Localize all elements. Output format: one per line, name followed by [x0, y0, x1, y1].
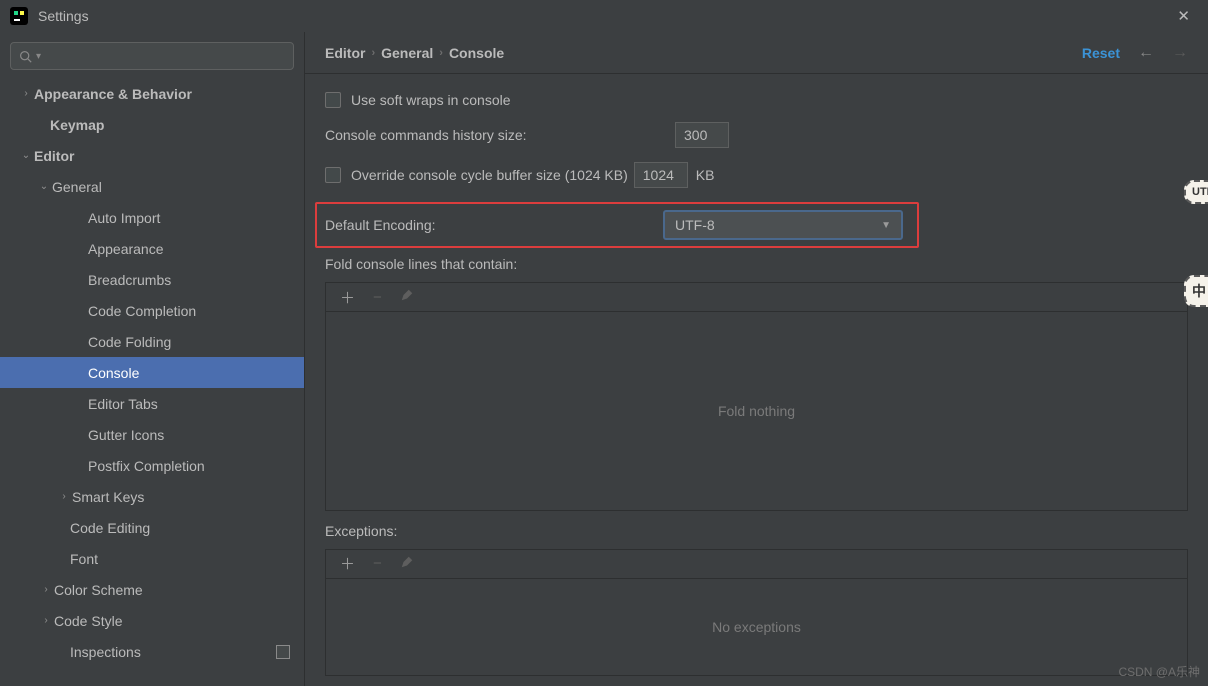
tree-item-label: Color Scheme	[54, 582, 143, 598]
breadcrumb-general[interactable]: General	[381, 45, 433, 61]
history-size-label: Console commands history size:	[325, 127, 675, 143]
fold-placeholder: Fold nothing	[718, 403, 795, 419]
chevron-right-icon[interactable]: ›	[18, 88, 34, 99]
tree-item-label: Keymap	[50, 117, 104, 133]
tree-item-label: Smart Keys	[72, 489, 144, 505]
tree-item-label: Appearance & Behavior	[34, 86, 192, 102]
exceptions-label: Exceptions:	[325, 523, 1188, 539]
chevron-down-icon: ▼	[881, 220, 891, 231]
tree-item-general[interactable]: ⌄General	[0, 171, 304, 202]
reset-button[interactable]: Reset	[1082, 45, 1120, 61]
tree-item-label: Breadcrumbs	[88, 272, 171, 288]
tree-item-label: Inspections	[70, 644, 141, 660]
sidebar: ▾ ›Appearance & BehaviorKeymap⌄Editor⌄Ge…	[0, 32, 305, 686]
close-icon[interactable]: ✕	[1169, 3, 1198, 29]
window-title: Settings	[38, 8, 89, 24]
tree-item-code-folding[interactable]: Code Folding	[0, 326, 304, 357]
chevron-right-icon[interactable]: ›	[38, 584, 54, 595]
tree-item-gutter-icons[interactable]: Gutter Icons	[0, 419, 304, 450]
edit-button	[400, 555, 414, 573]
tree-item-label: Code Style	[54, 613, 122, 629]
fold-section-label: Fold console lines that contain:	[325, 256, 1188, 272]
watermark: CSDN @A乐神	[1118, 663, 1200, 680]
override-buffer-label: Override console cycle buffer size (1024…	[351, 167, 628, 183]
tree-item-console[interactable]: Console	[0, 357, 304, 388]
tree-item-editor-tabs[interactable]: Editor Tabs	[0, 388, 304, 419]
tree-item-label: Postfix Completion	[88, 458, 205, 474]
project-overlay-icon	[276, 645, 290, 659]
tree-item-label: Gutter Icons	[88, 427, 164, 443]
remove-button: −	[373, 289, 382, 306]
content-pane: Editor › General › Console Reset ← → Use…	[305, 32, 1208, 686]
app-icon	[10, 7, 28, 25]
tree-item-label: Editor Tabs	[88, 396, 158, 412]
breadcrumb-editor[interactable]: Editor	[325, 45, 365, 61]
floater-badge-top: UTH	[1184, 180, 1208, 204]
dropdown-icon: ▾	[36, 51, 41, 62]
tree-item-breadcrumbs[interactable]: Breadcrumbs	[0, 264, 304, 295]
titlebar: Settings ✕	[0, 0, 1208, 32]
tree-item-label: Auto Import	[88, 210, 160, 226]
exceptions-list[interactable]: No exceptions	[325, 578, 1188, 676]
search-input[interactable]: ▾	[10, 42, 294, 70]
fold-list[interactable]: Fold nothing	[325, 311, 1188, 511]
tree-item-editor[interactable]: ⌄Editor	[0, 140, 304, 171]
edit-button	[400, 288, 414, 306]
soft-wraps-checkbox[interactable]	[325, 92, 341, 108]
encoding-highlight: Default Encoding: UTF-8 ▼	[315, 202, 919, 248]
tree-item-code-completion[interactable]: Code Completion	[0, 295, 304, 326]
tree-item-label: Code Completion	[88, 303, 196, 319]
tree-item-font[interactable]: Font	[0, 543, 304, 574]
buffer-size-field[interactable]	[634, 162, 688, 188]
tree-item-keymap[interactable]: Keymap	[0, 109, 304, 140]
tree-item-inspections[interactable]: Inspections	[0, 636, 304, 667]
forward-button: →	[1172, 44, 1188, 62]
encoding-label: Default Encoding:	[325, 217, 663, 233]
add-button[interactable]: ＋	[340, 287, 355, 308]
tree-item-label: Code Editing	[70, 520, 150, 536]
tree-item-label: Font	[70, 551, 98, 567]
settings-tree: ›Appearance & BehaviorKeymap⌄Editor⌄Gene…	[0, 78, 304, 686]
chevron-right-icon: ›	[439, 47, 443, 59]
tree-item-label: General	[52, 179, 102, 195]
chevron-right-icon[interactable]: ›	[38, 615, 54, 626]
tree-item-color-scheme[interactable]: ›Color Scheme	[0, 574, 304, 605]
exceptions-toolbar: ＋ −	[325, 549, 1188, 578]
tree-item-label: Appearance	[88, 241, 164, 257]
buffer-unit: KB	[696, 167, 715, 183]
soft-wraps-label: Use soft wraps in console	[351, 92, 511, 108]
tree-item-label: Console	[88, 365, 139, 381]
tree-item-auto-import[interactable]: Auto Import	[0, 202, 304, 233]
add-button[interactable]: ＋	[340, 553, 355, 574]
tree-item-smart-keys[interactable]: ›Smart Keys	[0, 481, 304, 512]
fold-toolbar: ＋ −	[325, 282, 1188, 311]
chevron-down-icon[interactable]: ⌄	[18, 150, 34, 161]
tree-item-appearance[interactable]: Appearance	[0, 233, 304, 264]
breadcrumb-console: Console	[449, 45, 504, 61]
floater-badge-bottom: 中	[1184, 275, 1208, 307]
chevron-down-icon[interactable]: ⌄	[36, 181, 52, 192]
tree-item-code-style[interactable]: ›Code Style	[0, 605, 304, 636]
exceptions-placeholder: No exceptions	[712, 619, 801, 635]
chevron-right-icon: ›	[371, 47, 375, 59]
encoding-combo[interactable]: UTF-8 ▼	[663, 210, 903, 240]
breadcrumb: Editor › General › Console	[325, 45, 504, 61]
tree-item-code-editing[interactable]: Code Editing	[0, 512, 304, 543]
search-icon	[19, 50, 32, 63]
tree-item-postfix-completion[interactable]: Postfix Completion	[0, 450, 304, 481]
tree-item-appearance-behavior[interactable]: ›Appearance & Behavior	[0, 78, 304, 109]
remove-button: −	[373, 555, 382, 572]
override-buffer-checkbox[interactable]	[325, 167, 341, 183]
tree-item-label: Code Folding	[88, 334, 171, 350]
encoding-value: UTF-8	[675, 217, 715, 233]
tree-item-label: Editor	[34, 148, 74, 164]
history-size-field[interactable]	[675, 122, 729, 148]
chevron-right-icon[interactable]: ›	[56, 491, 72, 502]
back-button[interactable]: ←	[1138, 44, 1154, 62]
